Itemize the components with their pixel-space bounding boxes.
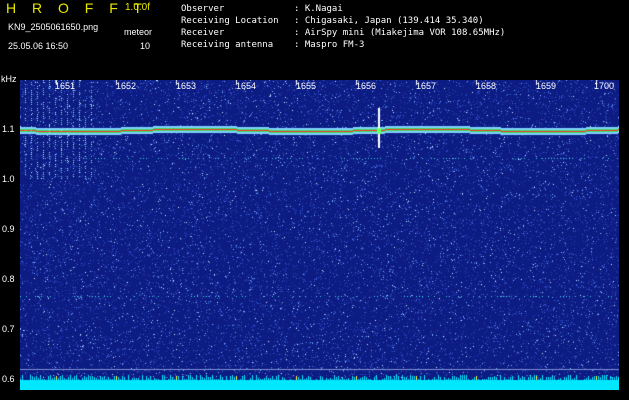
time-tick-label: 1652 (116, 81, 137, 91)
time-tick-label: 1700 (594, 81, 615, 91)
mode-label: meteor (124, 27, 153, 37)
y-tick-label: 0.8 (2, 274, 15, 284)
spectrogram (20, 80, 619, 390)
datetime-label: 25.05.06 16:50 (8, 41, 69, 51)
receiver-value: : AirSpy mini (Miakejima VOR 108.65MHz) (294, 28, 506, 38)
time-tick-label: 1658 (476, 81, 497, 91)
receiver-key: Receiver (181, 28, 225, 38)
y-tick-label: 1.0 (2, 174, 15, 184)
antenna-key: Receiving antenna (181, 40, 274, 50)
antenna-value: : Maspro FM-3 (294, 40, 365, 50)
time-tick-label: 1651 (55, 81, 76, 91)
time-tick-label: 1659 (536, 81, 557, 91)
header-panel: H R O F F T 1.0.0f KN9_2505061650.png me… (0, 0, 629, 80)
time-tick-label: 1657 (416, 81, 437, 91)
y-tick-label: 0.7 (2, 324, 15, 334)
observer-key: Observer (181, 4, 225, 14)
y-tick-label: 1.1 (2, 124, 15, 134)
mode-value: 10 (140, 41, 151, 51)
axis-unit-label: kHz (1, 74, 17, 84)
location-value: : Chigasaki, Japan (139.414 35.340) (294, 16, 484, 26)
y-tick-label: 0.9 (2, 224, 15, 234)
observer-value: : K.Nagai (294, 4, 343, 14)
version-label: 1.0.0f (125, 2, 151, 13)
location-key: Receiving Location (181, 16, 279, 26)
file-name: KN9_2505061650.png (8, 22, 99, 32)
time-tick-label: 1656 (356, 81, 377, 91)
time-tick-label: 1655 (296, 81, 317, 91)
y-tick-label: 0.6 (2, 374, 15, 384)
time-tick-label: 1654 (236, 81, 257, 91)
time-tick-label: 1653 (176, 81, 197, 91)
